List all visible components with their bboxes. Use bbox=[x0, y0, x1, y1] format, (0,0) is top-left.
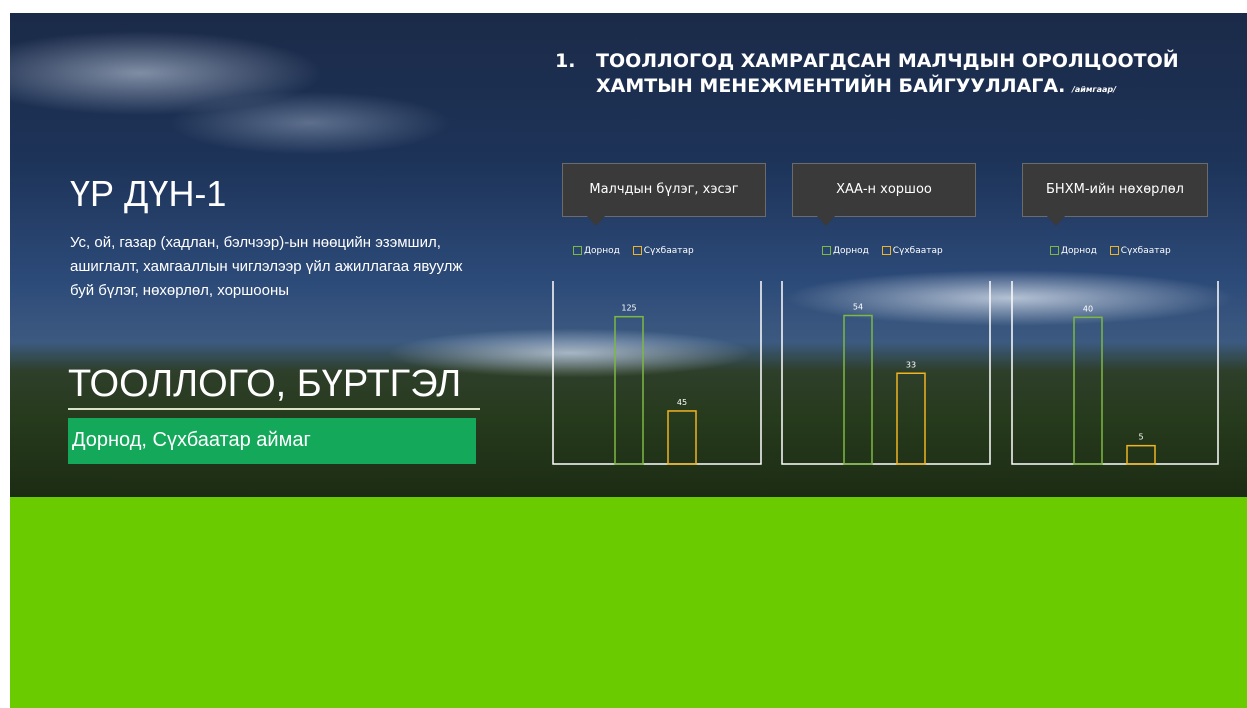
chart-frame bbox=[552, 281, 762, 465]
title-underline bbox=[68, 408, 480, 410]
legend-swatch bbox=[1050, 246, 1059, 255]
chart-3-title-callout: БНХМ-ийн нөхөрлөл bbox=[1022, 163, 1208, 226]
callout-tail bbox=[587, 216, 605, 226]
chart-3-legend: Дорнод Сүхбаатар bbox=[1050, 246, 1181, 257]
legend-swatch bbox=[822, 246, 831, 255]
chart-frame bbox=[781, 281, 991, 465]
chart-2-title-callout: ХАА-н хоршоо bbox=[792, 163, 976, 226]
bar-data-label: 54 bbox=[853, 303, 863, 312]
bar-sukhbaatar bbox=[896, 372, 926, 465]
bar-dornod bbox=[843, 314, 873, 465]
title-suffix: /аймгаар/ bbox=[1071, 85, 1117, 94]
bar-data-label: 33 bbox=[906, 360, 916, 369]
bar-dornod bbox=[1073, 316, 1103, 465]
chart-3-plot: 40 5 bbox=[1011, 281, 1219, 465]
region-label: Дорнод, Сүхбаатар аймаг bbox=[72, 429, 311, 451]
legend-label: Сүхбаатар bbox=[643, 246, 694, 256]
legend-swatch bbox=[881, 246, 891, 255]
bar-sukhbaatar bbox=[1126, 444, 1156, 465]
legend-label: Сүхбаатар bbox=[892, 246, 943, 256]
slide: 1. ТООЛЛОГОД ХАМРАГДСАН МАЛЧДЫН ОРОЛЦООТ… bbox=[10, 13, 1247, 708]
bar-dornod bbox=[614, 315, 644, 465]
legend-label: Дорнод bbox=[1061, 246, 1097, 256]
bar-data-label: 125 bbox=[621, 304, 636, 313]
legend-item-dornod: Дорнод bbox=[822, 246, 869, 256]
census-title: ТООЛЛОГО, БҮРТГЭЛ bbox=[68, 363, 462, 405]
legend-label: Сүхбаатар bbox=[1120, 246, 1171, 256]
legend-swatch bbox=[632, 246, 642, 255]
bar-sukhbaatar bbox=[667, 410, 697, 465]
region-box: Дорнод, Сүхбаатар аймаг bbox=[68, 418, 476, 464]
legend-item-sukhbaatar: Сүхбаатар bbox=[881, 246, 943, 256]
legend-item-dornod: Дорнод bbox=[1050, 246, 1097, 256]
chart-2-plot: 54 33 bbox=[781, 281, 991, 465]
callout-tail bbox=[817, 216, 835, 226]
bar-data-label: 5 bbox=[1138, 433, 1143, 442]
callout-tail bbox=[1047, 216, 1065, 226]
green-ground-panel bbox=[10, 497, 1247, 708]
result-heading: ҮР ДҮН-1 bbox=[70, 173, 227, 214]
legend-label: Дорнод bbox=[833, 246, 869, 256]
legend-item-sukhbaatar: Сүхбаатар bbox=[632, 246, 694, 256]
legend-swatch bbox=[1109, 246, 1119, 255]
chart-1-title-callout: Малчдын бүлэг, хэсэг bbox=[562, 163, 766, 226]
bar-data-label: 40 bbox=[1083, 304, 1093, 313]
chart-1-plot: 125 45 bbox=[552, 281, 762, 465]
chart-3-title: БНХМ-ийн нөхөрлөл bbox=[1046, 182, 1184, 197]
chart-2-legend: Дорнод Сүхбаатар bbox=[822, 246, 953, 257]
legend-item-sukhbaatar: Сүхбаатар bbox=[1109, 246, 1171, 256]
result-description: Ус, ой, газар (хадлан, бэлчээр)-ын нөөци… bbox=[70, 234, 463, 299]
legend-label: Дорнод bbox=[584, 246, 620, 256]
legend-swatch bbox=[573, 246, 582, 255]
legend-item-dornod: Дорнод bbox=[573, 246, 620, 256]
chart-1-title: Малчдын бүлэг, хэсэг bbox=[589, 182, 739, 197]
chart-1-legend: Дорнод Сүхбаатар bbox=[573, 246, 704, 257]
chart-frame bbox=[1011, 281, 1219, 465]
chart-2-title: ХАА-н хоршоо bbox=[836, 182, 932, 197]
bar-data-label: 45 bbox=[677, 398, 687, 407]
title-number: 1. bbox=[555, 50, 576, 72]
